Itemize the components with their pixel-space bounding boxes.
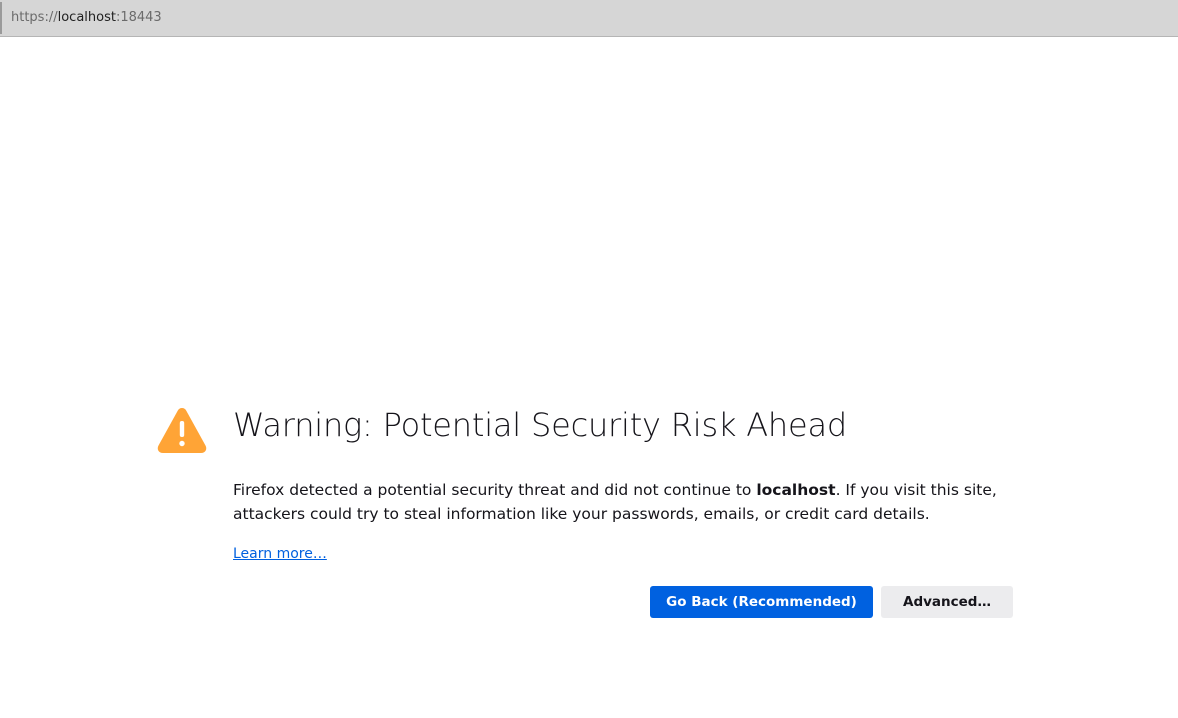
description-text-before: Firefox detected a potential security th…	[233, 481, 757, 499]
page-title: Warning: Potential Security Risk Ahead	[233, 406, 848, 444]
description-host: localhost	[756, 481, 836, 499]
go-back-button[interactable]: Go Back (Recommended)	[650, 586, 873, 618]
error-description: Firefox detected a potential security th…	[233, 479, 1033, 526]
url-port: :18443	[115, 10, 162, 25]
advanced-button[interactable]: Advanced…	[881, 586, 1013, 618]
learn-more-link[interactable]: Learn more…	[233, 544, 327, 564]
warning-triangle-icon	[156, 405, 208, 455]
address-bar: https://localhost:18443	[0, 0, 1178, 37]
url-host: localhost	[57, 10, 116, 25]
url-scheme: https://	[11, 10, 58, 25]
url-field[interactable]: https://localhost:18443	[0, 2, 1178, 34]
